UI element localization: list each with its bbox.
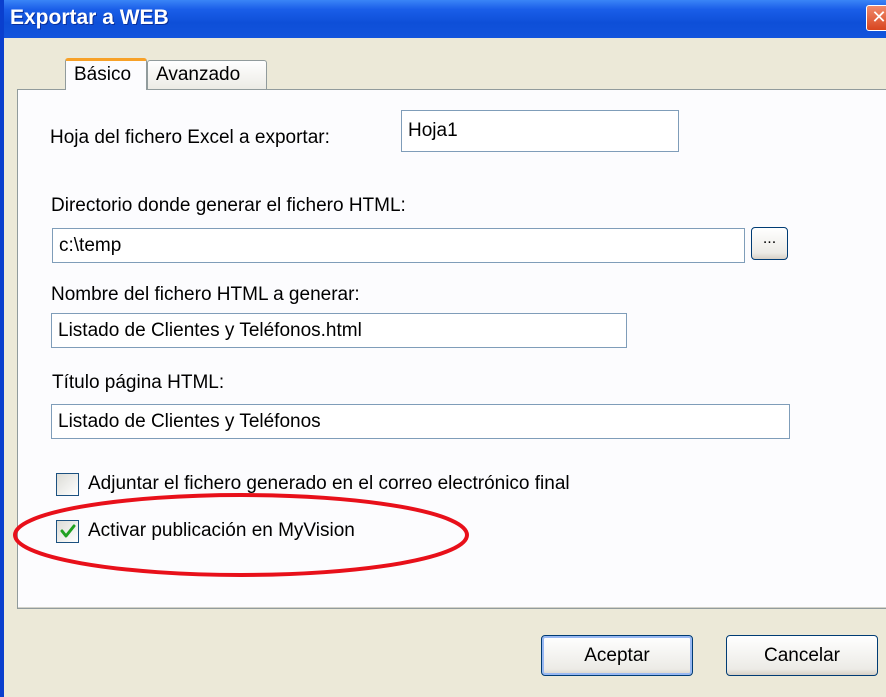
tab-basico[interactable]: Básico bbox=[65, 58, 147, 90]
directory-input[interactable] bbox=[52, 228, 745, 263]
window-title: Exportar a WEB bbox=[10, 6, 169, 29]
filename-input[interactable] bbox=[51, 313, 627, 348]
page-title-label: Título página HTML: bbox=[52, 372, 225, 393]
check-icon bbox=[60, 524, 76, 538]
accept-button-label: Aceptar bbox=[584, 645, 650, 666]
attach-checkbox[interactable] bbox=[56, 473, 79, 496]
filename-label: Nombre del fichero HTML a generar: bbox=[51, 284, 360, 305]
browse-directory-button[interactable]: ... bbox=[751, 227, 788, 260]
publish-checkbox[interactable] bbox=[56, 520, 79, 543]
cancel-button-label: Cancelar bbox=[763, 645, 841, 666]
tab-label: Avanzado bbox=[156, 64, 241, 85]
sheet-input[interactable] bbox=[401, 110, 679, 152]
page-title-input[interactable] bbox=[51, 404, 790, 439]
attach-label[interactable]: Adjuntar el fichero generado en el corre… bbox=[88, 473, 570, 495]
directory-label: Directorio donde generar el fichero HTML… bbox=[51, 195, 406, 216]
sheet-label: Hoja del fichero Excel a exportar: bbox=[50, 127, 330, 148]
cancel-button[interactable]: Cancelar bbox=[726, 635, 878, 676]
tab-avanzado[interactable]: Avanzado bbox=[147, 60, 267, 89]
accept-button[interactable]: Aceptar bbox=[541, 635, 693, 676]
publish-label[interactable]: Activar publicación en MyVision bbox=[88, 520, 355, 542]
tab-label: Básico bbox=[74, 64, 132, 85]
ellipsis-icon: ... bbox=[762, 230, 777, 247]
title-bar[interactable]: Exportar a WEB ✕ bbox=[4, 0, 886, 38]
export-web-dialog: Exportar a WEB ✕ Básico Avanzado Hoja de… bbox=[0, 0, 886, 697]
close-icon: ✕ bbox=[871, 7, 886, 27]
close-button[interactable]: ✕ bbox=[866, 5, 886, 31]
